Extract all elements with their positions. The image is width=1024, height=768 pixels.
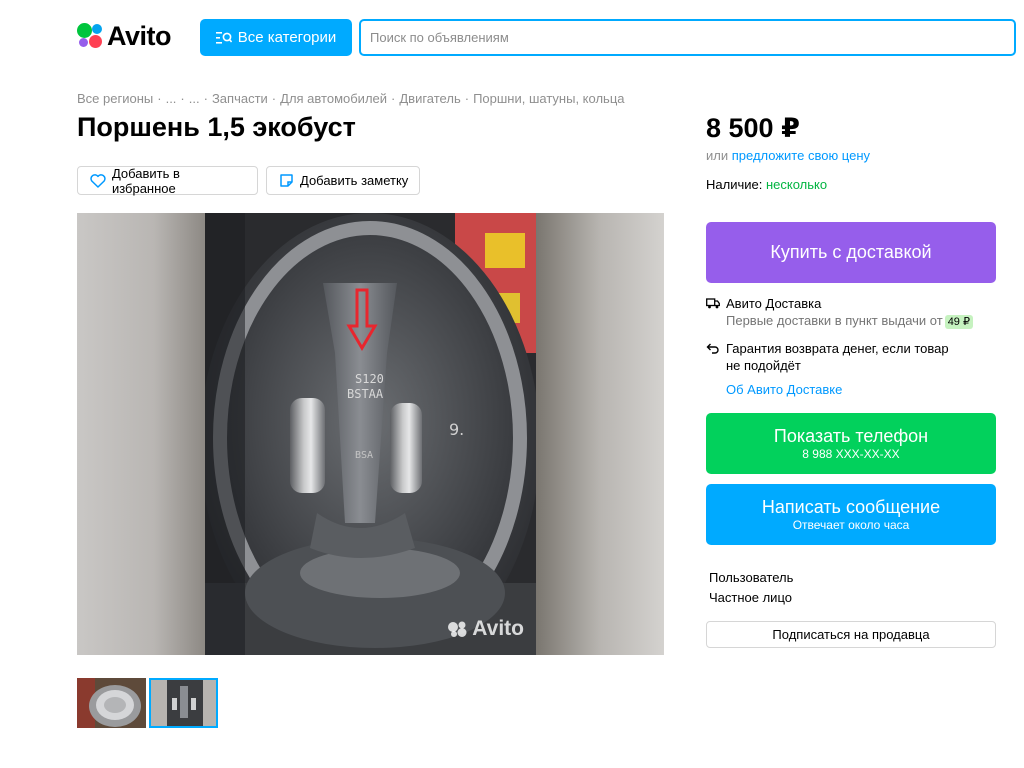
svg-text:S120: S120 [355,372,384,386]
breadcrumb-item[interactable]: ... [166,91,177,106]
availability: Наличие: несколько [706,177,827,192]
avito-logo[interactable]: Avito [77,20,172,51]
delivery-price-badge: 49 ₽ [944,315,973,329]
gallery-blur-right [536,213,664,655]
availability-label: Наличие: [706,177,763,192]
piston-photo: S120 BSTAA BSA 9. [205,213,536,655]
response-time: Отвечает около часа [792,518,910,532]
gallery-blur-left [77,213,205,655]
svg-text:BSTAA: BSTAA [347,387,384,401]
photo-gallery[interactable]: S120 BSTAA BSA 9. Avito [77,213,664,655]
guarantee-line1: Гарантия возврата денег, если товар [726,341,949,356]
breadcrumb-item[interactable]: Запчасти [212,91,268,106]
offer-price-link[interactable]: предложите свою цену [732,148,870,163]
note-label: Добавить заметку [300,173,409,188]
offer-prefix: или [706,148,729,163]
thumbnail-image [77,678,146,728]
note-icon [280,174,293,187]
add-note-button[interactable]: Добавить заметку [266,166,420,195]
thumbnail-image [151,680,216,726]
breadcrumb-item[interactable]: ... [189,91,200,106]
categories-search-icon [215,31,232,44]
breadcrumb-item[interactable]: Двигатель [399,91,460,106]
gallery-thumbnail-active[interactable] [149,678,218,728]
guarantee-info: Гарантия возврата денег, если товар не п… [706,340,986,376]
watermark-text: Avito [472,617,524,640]
logo-text: Avito [107,20,172,51]
write-message-label: Написать сообщение [761,497,941,517]
return-arrow-icon [706,343,719,354]
svg-text:9.: 9. [449,420,464,439]
add-to-favorites-button[interactable]: Добавить в избранное [77,165,258,196]
breadcrumb: Все регионы ·... ·... · Запчасти · Для автомоб… [77,91,625,106]
breadcrumb-item[interactable]: Для автомобилей [280,91,387,106]
phone-number: 8 988 XXX-XX-XX [802,447,900,461]
seller-type: Частное лицо [709,590,792,605]
guarantee-line2: не подойдёт [726,358,801,373]
favorite-label: Добавить в избранное [111,165,180,196]
show-phone-label: Показать телефон [773,426,929,446]
delivery-info: Авито Доставка Первые доставки в пункт в… [706,295,986,331]
all-categories-button[interactable]: Все категории [200,19,352,56]
buy-with-delivery-button[interactable]: Купить с доставкой [706,222,996,283]
truck-icon [706,298,720,309]
write-message-button[interactable]: Написать сообщение Отвечает около часа [706,484,996,545]
svg-text:BSA: BSA [355,450,373,461]
search-input[interactable] [359,19,1016,56]
about-delivery-link[interactable]: Об Авито Доставке [726,382,842,397]
avito-watermark: Avito [447,617,524,641]
logo-dots-icon [77,23,103,49]
show-phone-button[interactable]: Показать телефон 8 988 XXX-XX-XX [706,413,996,474]
subscribe-seller-button[interactable]: Подписаться на продавца [706,621,996,648]
price: 8 500 ₽ [706,113,800,143]
watermark-dots-icon [448,621,467,637]
seller-name[interactable]: Пользователь [709,570,793,585]
gallery-thumbnail[interactable] [77,678,146,728]
price-offer: или предложите свою цену [706,148,870,163]
breadcrumb-item[interactable]: Все регионы [77,91,153,106]
page-title: Поршень 1,5 экобуст [77,112,356,142]
delivery-subtitle: Первые доставки в пункт выдачи от [726,313,943,328]
availability-value: несколько [765,177,828,192]
delivery-title: Авито Доставка [726,296,822,311]
all-categories-label: Все категории [237,29,337,46]
heart-icon [90,173,106,188]
breadcrumb-item[interactable]: Поршни, шатуны, кольца [473,91,624,106]
